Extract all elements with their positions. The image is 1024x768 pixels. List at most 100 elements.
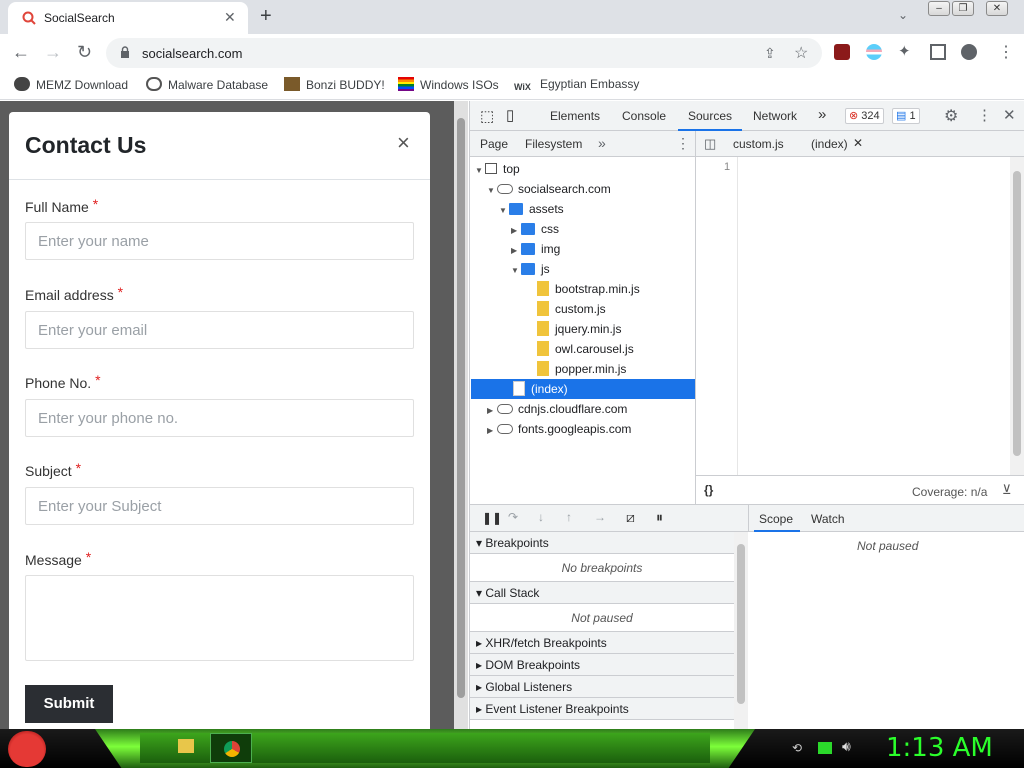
new-tab-button[interactable]: + — [260, 5, 272, 28]
tab-search-icon[interactable]: ⌄ — [898, 8, 908, 22]
bookmark-egyptian-embassy[interactable]: WiX Egyptian Embassy — [514, 77, 639, 96]
restore-button[interactable]: ❐ — [952, 1, 974, 16]
tab-filesystem[interactable]: Filesystem — [525, 137, 582, 151]
window-close-button[interactable]: ✕ — [986, 1, 1008, 16]
flag-extension-icon[interactable] — [866, 44, 882, 60]
ublock-extension-icon[interactable] — [834, 44, 850, 60]
bookmark-windows-isos[interactable]: Windows ISOs — [398, 77, 499, 92]
message-textarea[interactable] — [26, 576, 413, 660]
bookmark-memz[interactable]: MEMZ Download — [14, 77, 128, 92]
extensions-puzzle-icon[interactable]: ✦ — [898, 42, 914, 60]
settings-gear-icon[interactable]: ⚙ — [944, 106, 958, 126]
editor-gutter — [737, 157, 738, 475]
editor-tab-index[interactable]: (index) — [811, 137, 848, 151]
step-out-icon[interactable]: ↑ — [566, 510, 572, 524]
tree-folder-js[interactable]: ▼ js — [471, 259, 695, 279]
tree-file[interactable]: owl.carousel.js — [471, 339, 695, 359]
start-button-angry-bird-icon[interactable] — [8, 731, 46, 767]
tray-safely-remove-icon[interactable]: ⟲ — [792, 741, 802, 755]
tree-top[interactable]: ▼ top — [471, 159, 695, 179]
tray-network-icon[interactable] — [818, 742, 832, 754]
tab-page[interactable]: Page — [480, 137, 508, 151]
inspect-element-icon[interactable]: ⬚ — [480, 107, 494, 125]
minimize-button[interactable]: – — [928, 1, 950, 16]
toggle-navigator-icon[interactable]: ◫ — [704, 136, 716, 152]
editor-tab-custom-js[interactable]: custom.js — [733, 137, 784, 151]
pause-icon[interactable]: ❚❚ — [482, 511, 502, 525]
subject-field[interactable] — [25, 487, 414, 525]
tree-file[interactable]: jquery.min.js — [471, 319, 695, 339]
modal-close-icon[interactable]: × — [397, 130, 410, 156]
share-icon[interactable]: ⇪ — [764, 45, 776, 62]
tree-folder-assets[interactable]: ▼ assets — [471, 199, 695, 219]
dom-breakpoints-section-header[interactable]: ▸ DOM Breakpoints — [470, 654, 734, 676]
tree-domain-socialsearch[interactable]: ▼ socialsearch.com — [471, 179, 695, 199]
tree-file-index-selected[interactable]: (index) — [471, 379, 695, 399]
more-tabs-icon[interactable]: » — [818, 106, 826, 123]
side-panel-icon[interactable] — [930, 44, 946, 60]
step-icon[interactable]: → — [594, 510, 606, 524]
file-explorer-icon[interactable] — [178, 739, 194, 753]
tree-domain-googleapis[interactable]: ▶ fonts.googleapis.com — [471, 419, 695, 439]
subject-input[interactable] — [26, 488, 413, 524]
submit-button[interactable]: Submit — [25, 685, 113, 723]
reload-icon[interactable]: ↻ — [77, 42, 92, 63]
deactivate-breakpoints-icon[interactable]: ⧄ — [626, 509, 635, 526]
tab-scope[interactable]: Scope — [759, 512, 793, 526]
tree-domain-cdnjs[interactable]: ▶ cdnjs.cloudflare.com — [471, 399, 695, 419]
address-bar[interactable]: socialsearch.com ⇪ ☆ — [106, 38, 822, 68]
tab-close-icon[interactable]: ✕ — [224, 9, 236, 26]
editor-scrollbar-thumb[interactable] — [1013, 171, 1021, 456]
device-toolbar-icon[interactable]: ▯ — [506, 106, 514, 124]
debugger-scrollbar-thumb[interactable] — [737, 544, 745, 704]
message-field[interactable] — [25, 575, 414, 661]
back-arrow-icon[interactable]: ← — [12, 42, 30, 63]
xhr-breakpoints-section-header[interactable]: ▸ XHR/fetch Breakpoints — [470, 632, 734, 654]
bookmark-bonzi-buddy[interactable]: Bonzi BUDDY! — [284, 77, 385, 92]
more-navigator-tabs-icon[interactable]: » — [598, 135, 606, 151]
pause-on-exceptions-icon[interactable]: ⏸ — [656, 509, 663, 526]
coverage-toggle-icon[interactable]: ⊻ — [1002, 482, 1012, 498]
chrome-taskbar-button[interactable] — [210, 733, 252, 763]
bookmark-malware-database[interactable]: Malware Database — [146, 77, 268, 92]
tray-volume-icon[interactable]: 🔊︎ — [842, 738, 851, 755]
taskbar-clock[interactable]: 1:13 AM — [886, 733, 993, 763]
forward-arrow-icon[interactable]: → — [44, 42, 62, 63]
message-count-badge[interactable]: ▤ 1 — [892, 108, 920, 124]
error-count-badge[interactable]: ⊗ 324 — [845, 108, 884, 124]
page-scrollbar-thumb[interactable] — [457, 118, 465, 698]
email-input[interactable] — [26, 312, 413, 348]
tab-console[interactable]: Console — [622, 109, 666, 123]
menu-kebab-icon[interactable]: ⋮ — [998, 42, 1014, 61]
tab-elements[interactable]: Elements — [550, 109, 600, 123]
full-name-input[interactable] — [26, 223, 413, 259]
phone-input[interactable] — [26, 400, 413, 436]
tree-file[interactable]: bootstrap.min.js — [471, 279, 695, 299]
tab-sources[interactable]: Sources — [688, 109, 732, 123]
breakpoints-section-header[interactable]: ▾ Breakpoints — [470, 532, 734, 554]
step-over-icon[interactable]: ↷ — [508, 510, 518, 524]
tree-folder-css[interactable]: ▶ css — [471, 219, 695, 239]
phone-field[interactable] — [25, 399, 414, 437]
expand-triangle-icon: ▼ — [499, 206, 507, 215]
bookmark-star-icon[interactable]: ☆ — [794, 43, 808, 63]
global-listeners-section-header[interactable]: ▸ Global Listeners — [470, 676, 734, 698]
call-stack-section-header[interactable]: ▾ Call Stack — [470, 582, 734, 604]
editor-tab-close-icon[interactable]: ✕ — [853, 136, 863, 150]
devtools-menu-icon[interactable]: ⋮ — [977, 106, 992, 124]
tree-file[interactable]: popper.min.js — [471, 359, 695, 379]
tree-folder-img[interactable]: ▶ img — [471, 239, 695, 259]
browser-tab[interactable]: SocialSearch ✕ — [8, 2, 248, 34]
cloud-icon — [497, 404, 513, 414]
event-listener-breakpoints-section-header[interactable]: ▸ Event Listener Breakpoints — [470, 698, 734, 720]
devtools-close-icon[interactable]: ✕ — [1003, 106, 1016, 124]
navigator-menu-icon[interactable]: ⋮ — [676, 135, 690, 152]
tab-network[interactable]: Network — [753, 109, 797, 123]
profile-avatar-icon[interactable] — [961, 44, 977, 60]
step-into-icon[interactable]: ↓ — [538, 510, 544, 524]
email-field[interactable] — [25, 311, 414, 349]
pretty-print-button[interactable]: {} — [704, 483, 713, 497]
tree-file[interactable]: custom.js — [471, 299, 695, 319]
tab-watch[interactable]: Watch — [811, 512, 845, 526]
full-name-field[interactable] — [25, 222, 414, 260]
